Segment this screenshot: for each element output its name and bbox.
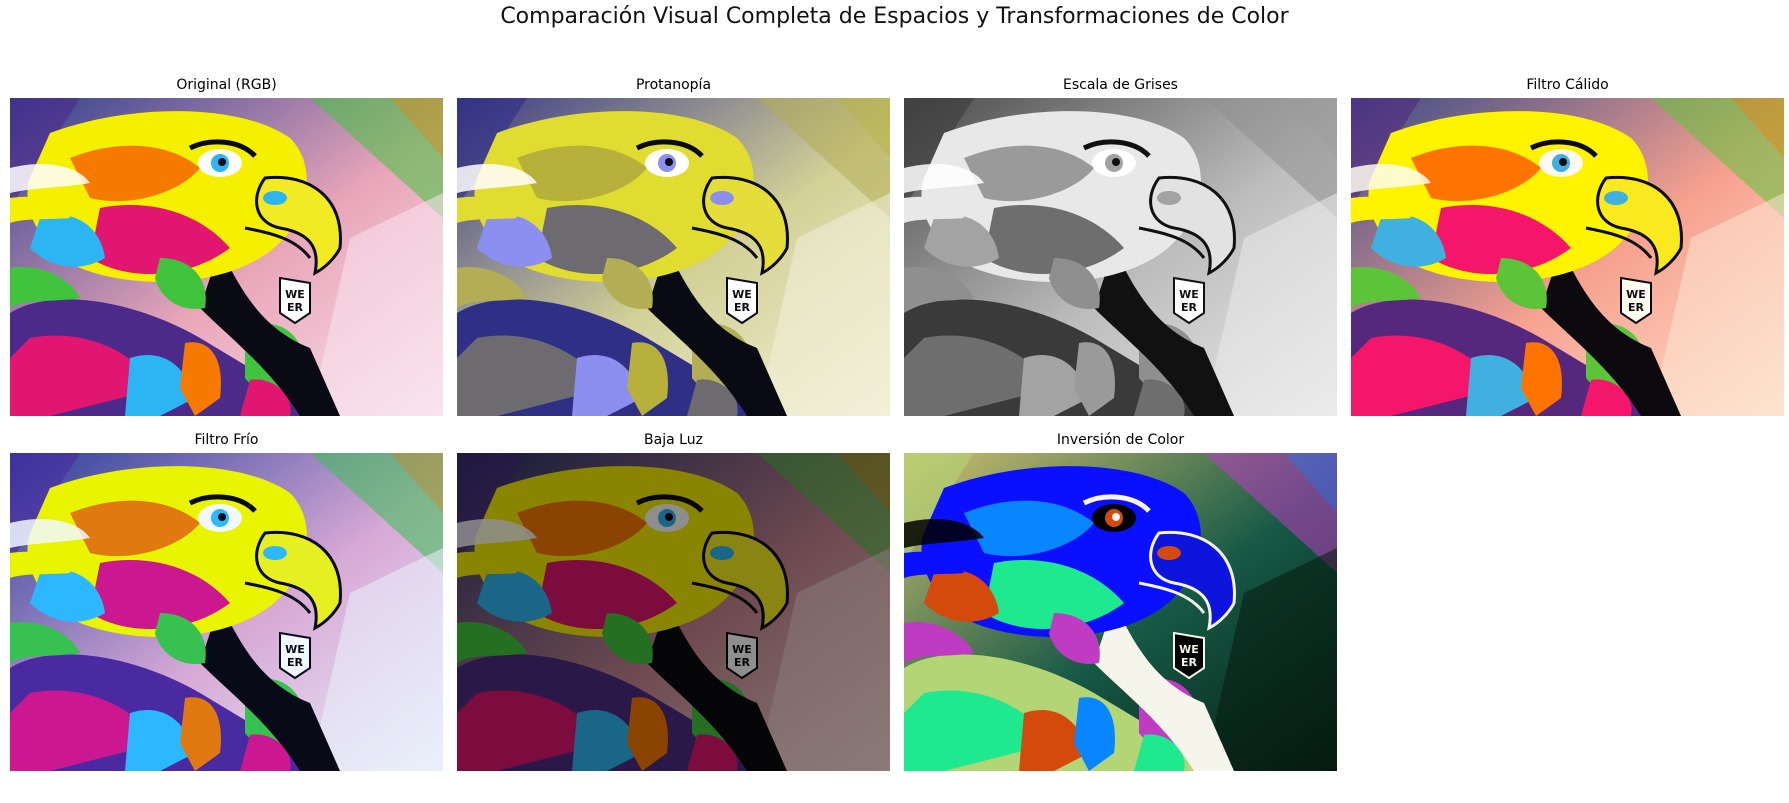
svg-text:ER: ER xyxy=(734,301,751,314)
panel-low-light: Baja Luz WE ER xyxy=(457,431,890,771)
panel-inversion: Inversión de Color WE ER xyxy=(904,431,1337,771)
svg-text:WE: WE xyxy=(1179,643,1199,656)
eagle-image-low-light: WE ER xyxy=(457,453,890,771)
figure-title: Comparación Visual Completa de Espacios … xyxy=(500,4,1289,29)
eagle-image-original: WE ER xyxy=(10,98,443,416)
eagle-image-warm: WE ER xyxy=(1351,98,1784,416)
panel-title: Escala de Grises xyxy=(1063,77,1178,93)
panel-title: Protanopía xyxy=(635,77,712,93)
panel-original: Original (RGB) WE ER xyxy=(10,76,443,416)
svg-text:WE: WE xyxy=(1626,288,1646,301)
eagle-image-grayscale: WE ER xyxy=(904,98,1337,416)
svg-text:WE: WE xyxy=(285,643,305,656)
panel-title: Filtro Cálido xyxy=(1526,77,1609,93)
eagle-image-protanopia: WE ER xyxy=(457,98,890,416)
panel-title: Original (RGB) xyxy=(176,77,277,93)
panel-cool: Filtro Frío WE ER xyxy=(10,431,443,771)
svg-text:ER: ER xyxy=(287,301,304,314)
panel-title: Inversión de Color xyxy=(1056,432,1185,448)
panel-warm: Filtro Cálido WE ER xyxy=(1351,76,1784,416)
svg-text:ER: ER xyxy=(1181,301,1198,314)
svg-text:WE: WE xyxy=(732,643,752,656)
panel-title: Filtro Frío xyxy=(194,432,259,448)
panel-title: Baja Luz xyxy=(644,432,703,448)
svg-text:WE: WE xyxy=(285,288,305,301)
svg-text:ER: ER xyxy=(1628,301,1645,314)
svg-text:ER: ER xyxy=(734,656,751,669)
svg-text:WE: WE xyxy=(732,288,752,301)
svg-text:ER: ER xyxy=(287,656,304,669)
eagle-image-cool: WE ER xyxy=(10,453,443,771)
panel-protanopia: Protanopía WE ER xyxy=(457,76,890,416)
panel-grayscale: Escala de Grises WE ER xyxy=(904,76,1337,416)
svg-text:WE: WE xyxy=(1179,288,1199,301)
eagle-image-inversion: WE ER xyxy=(904,453,1337,771)
svg-text:ER: ER xyxy=(1181,656,1198,669)
